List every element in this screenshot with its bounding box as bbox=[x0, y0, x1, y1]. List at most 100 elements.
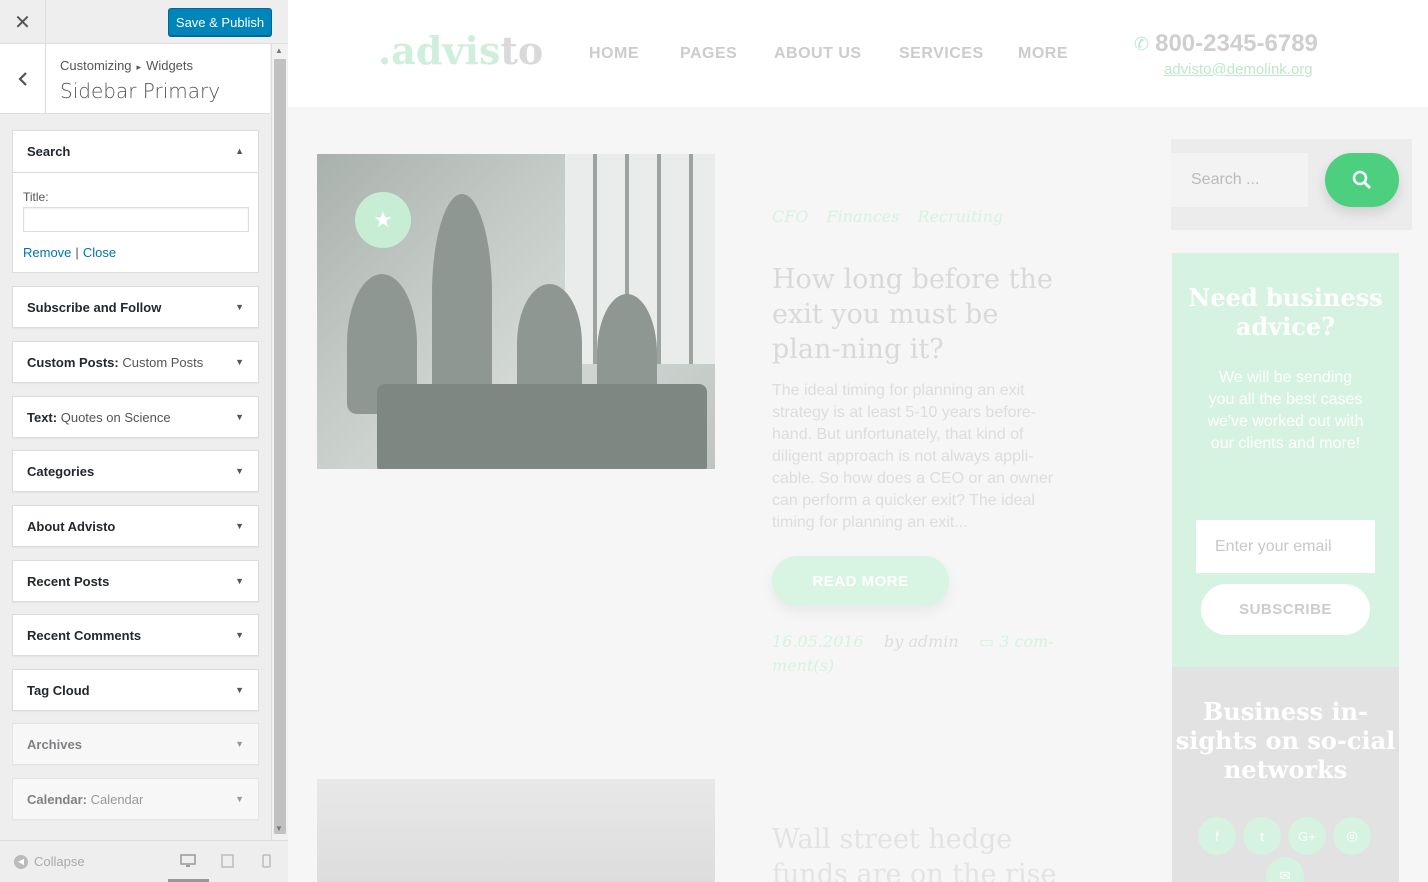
widget-label: Calendar: Calendar bbox=[27, 792, 143, 807]
panel-title-area: Customizing ▸ Widgets Sidebar Primary bbox=[0, 44, 270, 114]
breadcrumb-arrow-icon: ▸ bbox=[136, 62, 142, 72]
tag-link[interactable]: Finances bbox=[826, 207, 899, 226]
email-link[interactable]: advisto@demolink.org bbox=[1164, 61, 1313, 78]
post-tags: CFO Finances Recruiting bbox=[772, 207, 1021, 226]
nav-home[interactable]: HOME bbox=[589, 45, 639, 63]
subscribe-title: Need business advice? bbox=[1188, 283, 1383, 341]
separator: | bbox=[75, 245, 79, 260]
comment-icon: ▭ bbox=[979, 632, 995, 651]
widget-categories[interactable]: Categories ▼ bbox=[12, 450, 259, 492]
nav-more[interactable]: MORE bbox=[1018, 45, 1068, 63]
widget-label-main: Text: bbox=[27, 410, 58, 425]
breadcrumb: Customizing ▸ Widgets bbox=[60, 58, 193, 73]
breadcrumb-item: Customizing bbox=[60, 58, 132, 73]
site-preview: .advisto HOME PAGES ABOUT US SERVICES MO… bbox=[288, 0, 1428, 882]
instagram-icon[interactable]: ◎ bbox=[1333, 817, 1371, 855]
search-button[interactable] bbox=[1325, 153, 1399, 207]
back-icon[interactable] bbox=[0, 44, 46, 114]
expand-arrow-icon[interactable]: ▼ bbox=[235, 685, 244, 695]
expand-arrow-icon[interactable]: ▼ bbox=[235, 739, 244, 749]
widget-label: Text: Quotes on Science bbox=[27, 410, 171, 425]
widget-header[interactable]: Search ▲ bbox=[13, 131, 258, 173]
customizer-header: ✕ Save & Publish bbox=[0, 0, 288, 44]
expand-arrow-icon[interactable]: ▼ bbox=[235, 302, 244, 312]
expand-arrow-icon[interactable]: ▼ bbox=[235, 412, 244, 422]
star-icon: ★ bbox=[355, 192, 411, 248]
expand-arrow-icon[interactable]: ▼ bbox=[235, 357, 244, 367]
remove-link[interactable]: Remove bbox=[23, 245, 71, 260]
title-input[interactable] bbox=[23, 207, 249, 232]
subscribe-button[interactable]: SUBSCRIBE bbox=[1201, 584, 1370, 635]
scroll-down-icon[interactable]: ▼ bbox=[275, 824, 283, 833]
widget-tag-cloud[interactable]: Tag Cloud ▼ bbox=[12, 669, 259, 711]
expand-arrow-icon[interactable]: ▼ bbox=[235, 466, 244, 476]
collapse-button[interactable]: ◀ Collapse bbox=[14, 854, 85, 869]
widget-custom-posts[interactable]: Custom Posts: Custom Posts ▼ bbox=[12, 341, 259, 383]
logo-text-b: to bbox=[500, 28, 544, 73]
widget-about[interactable]: About Advisto ▼ bbox=[12, 505, 259, 547]
expand-arrow-icon[interactable]: ▼ bbox=[235, 521, 244, 531]
nav-about-us[interactable]: ABOUT US bbox=[774, 45, 862, 63]
widget-label-sub: Quotes on Science bbox=[60, 410, 171, 425]
save-publish-button[interactable]: Save & Publish bbox=[168, 8, 272, 36]
twitter-icon[interactable]: t bbox=[1243, 817, 1281, 855]
tablet-preview-icon[interactable] bbox=[221, 854, 234, 871]
search-icon bbox=[1352, 170, 1371, 189]
post-date[interactable]: 16.05.2016 bbox=[772, 632, 864, 651]
post-title[interactable]: Wall street hedge funds are on the rise bbox=[772, 822, 1072, 882]
widget-label-sub: Custom Posts bbox=[122, 355, 204, 370]
customizer-footer: ◀ Collapse bbox=[0, 840, 288, 882]
post-author[interactable]: by admin bbox=[884, 632, 959, 651]
widget-label: Tag Cloud bbox=[27, 683, 90, 698]
mail-icon[interactable]: ✉ bbox=[1266, 857, 1304, 882]
widget-label: Categories bbox=[27, 464, 94, 479]
collapse-arrow-icon[interactable]: ▲ bbox=[235, 146, 244, 156]
widget-label: Recent Posts bbox=[27, 574, 109, 589]
widget-label: Custom Posts: Custom Posts bbox=[27, 355, 203, 370]
widget-search-expanded: Search ▲ Title: Remove | Close bbox=[12, 130, 259, 273]
search-widget: Search ... bbox=[1171, 139, 1412, 230]
widget-recent-comments[interactable]: Recent Comments ▼ bbox=[12, 614, 259, 656]
expand-arrow-icon[interactable]: ▼ bbox=[235, 576, 244, 586]
widget-text[interactable]: Text: Quotes on Science ▼ bbox=[12, 396, 259, 438]
scroll-thumb[interactable] bbox=[274, 59, 286, 834]
tag-link[interactable]: CFO bbox=[772, 207, 808, 226]
close-icon[interactable]: ✕ bbox=[0, 0, 46, 44]
widget-label-sub: Calendar bbox=[90, 792, 144, 807]
search-input[interactable]: Search ... bbox=[1171, 153, 1308, 207]
facebook-icon[interactable]: f bbox=[1198, 817, 1236, 855]
expand-arrow-icon[interactable]: ▼ bbox=[235, 630, 244, 640]
widget-label: Archives bbox=[27, 737, 82, 752]
read-more-button[interactable]: READ MORE bbox=[772, 556, 949, 606]
nav-services[interactable]: SERVICES bbox=[899, 45, 984, 63]
widget-recent-posts[interactable]: Recent Posts ▼ bbox=[12, 560, 259, 602]
phone-number: ✆ 800-2345-6789 bbox=[1134, 30, 1318, 58]
post-image[interactable] bbox=[317, 779, 715, 882]
widget-label-main: About Advisto bbox=[27, 519, 116, 534]
tag-link[interactable]: Recruiting bbox=[917, 207, 1003, 226]
site-logo[interactable]: .advisto bbox=[378, 28, 543, 73]
phone-text: 800-2345-6789 bbox=[1155, 30, 1318, 57]
collapse-icon: ◀ bbox=[14, 854, 28, 869]
scroll-up-icon[interactable]: ▲ bbox=[275, 46, 283, 55]
subscribe-text: We will be sending you all the best case… bbox=[1207, 369, 1364, 452]
phone-icon: ✆ bbox=[1134, 33, 1150, 54]
post-title[interactable]: How long before the exit you must be pla… bbox=[772, 262, 1072, 367]
mobile-preview-icon[interactable] bbox=[262, 854, 271, 871]
widget-calendar[interactable]: Calendar: Calendar ▼ bbox=[12, 778, 259, 820]
widget-archives[interactable]: Archives ▼ bbox=[12, 723, 259, 765]
post-excerpt: The ideal timing for planning an exit st… bbox=[772, 382, 1054, 531]
post-image[interactable]: ★ bbox=[317, 154, 715, 469]
widget-label-main: Recent Posts bbox=[27, 574, 110, 589]
desktop-preview-icon[interactable] bbox=[180, 854, 196, 871]
collapse-label: Collapse bbox=[34, 854, 85, 869]
widget-subscribe-follow[interactable]: Subscribe and Follow ▼ bbox=[12, 286, 259, 328]
google-plus-icon[interactable]: G+ bbox=[1288, 817, 1326, 855]
logo-text-a: .advis bbox=[378, 28, 501, 73]
panel-title: Sidebar Primary bbox=[60, 79, 221, 103]
expand-arrow-icon[interactable]: ▼ bbox=[235, 794, 244, 804]
email-field[interactable]: Enter your email bbox=[1196, 520, 1375, 573]
scrollbar[interactable]: ▲ ▼ bbox=[271, 44, 288, 840]
close-link[interactable]: Close bbox=[83, 245, 116, 260]
nav-pages[interactable]: PAGES bbox=[680, 45, 737, 63]
